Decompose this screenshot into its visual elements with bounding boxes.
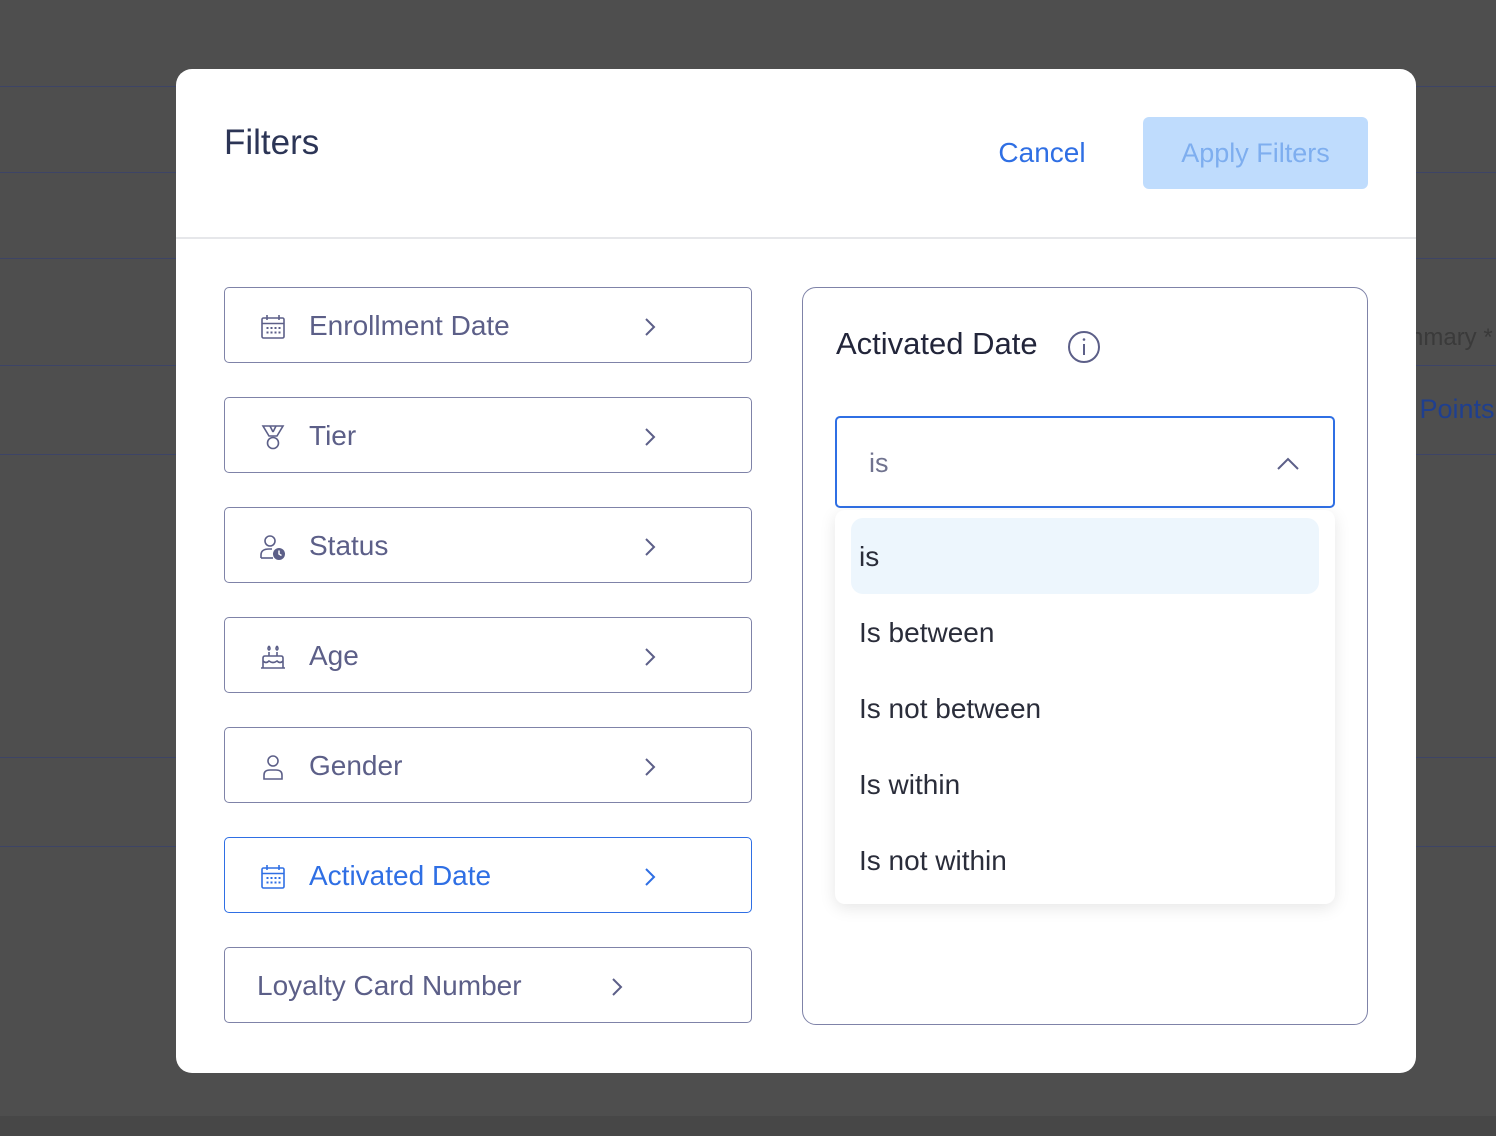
user-clock-icon [260,535,285,560]
chevron-right-icon [645,318,656,336]
filter-item-age[interactable]: Age [224,617,752,693]
cake-icon [261,645,285,669]
filter-label: Loyalty Card Number [257,970,522,1001]
apply-filters-button[interactable]: Apply Filters [1143,117,1368,189]
filter-item-status[interactable]: Status [224,507,752,583]
dropdown-option-is-not-between[interactable]: Is not between [851,670,1319,746]
filter-item-tier[interactable]: Tier [224,397,752,473]
modal-title: Filters [224,123,320,162]
medal-icon [261,425,285,450]
filter-item-activated-date[interactable]: Activated Date [224,837,752,913]
dropdown-option-is-not-within[interactable]: Is not within [851,822,1319,898]
dropdown-option-is-between[interactable]: Is between [851,594,1319,670]
chevron-up-icon [1277,457,1299,470]
chevron-right-icon [645,868,656,886]
dropdown-option-is[interactable]: is [851,518,1319,594]
chevron-right-icon [645,538,656,556]
calendar-icon [261,315,285,339]
option-label: Is within [859,769,961,800]
option-label: Is between [859,617,995,648]
calendar-icon [261,865,285,889]
filter-label: Gender [309,750,403,781]
chevron-right-icon [612,978,623,996]
filter-label: Age [309,640,359,671]
operator-dropdown-menu: is Is between Is not between Is within I… [835,510,1335,904]
filter-label: Status [309,530,389,561]
background-points-link: l Points [1406,394,1495,424]
filter-item-enrollment-date[interactable]: Enrollment Date [224,287,752,363]
chevron-right-icon [645,428,656,446]
operator-select[interactable]: is [835,416,1335,508]
select-value: is [869,448,889,478]
filter-detail-panel: Activated Date is is Is between Is not b… [802,287,1368,1025]
person-icon [263,755,283,780]
cancel-button[interactable]: Cancel [976,117,1108,189]
filters-modal: Filters Cancel Apply Filters Enrollment … [176,69,1416,1073]
chevron-right-icon [645,758,656,776]
background-summary-label: nmary * [1410,324,1493,351]
option-label: Is not within [859,845,1007,876]
dropdown-option-is-within[interactable]: Is within [851,746,1319,822]
filter-label: Activated Date [309,860,492,891]
header-divider [176,237,1416,239]
filter-label: Tier [309,420,357,451]
detail-title: Activated Date [836,326,1038,361]
filter-label: Enrollment Date [309,310,510,341]
background-footer-strip [0,1116,1496,1136]
filter-item-gender[interactable]: Gender [224,727,752,803]
info-icon[interactable] [1067,330,1101,364]
option-label: is [859,541,880,572]
option-label: Is not between [859,693,1042,724]
filter-item-loyalty-card-number[interactable]: Loyalty Card Number [224,947,752,1023]
chevron-right-icon [645,648,656,666]
